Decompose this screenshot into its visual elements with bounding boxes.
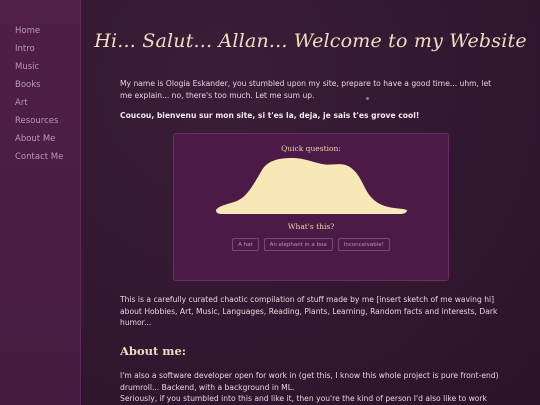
quiz-option-elephant-button[interactable]: An elephant in a boa — [263, 238, 333, 251]
hat-elephant-drawing-icon — [216, 158, 407, 214]
sidebar: Home Intro Music Books Art Resources Abo… — [0, 0, 81, 405]
sidebar-item-music[interactable]: Music — [0, 58, 80, 76]
sidebar-item-contact-me[interactable]: Contact Me — [0, 148, 80, 166]
about-text-2: Seriously, if you stumbled into this and… — [120, 394, 487, 403]
sidebar-item-home[interactable]: Home — [0, 22, 80, 40]
sidebar-item-resources[interactable]: Resources — [0, 112, 80, 130]
sidebar-item-books[interactable]: Books — [0, 76, 80, 94]
intro-text: My name is Ologia Eskander, you stumbled… — [120, 79, 492, 100]
intro-french-text: Coucou, bienvenu sur mon site, si t'es l… — [120, 111, 420, 120]
main-content: Hi... Salut... Allan... Welcome to my We… — [81, 0, 540, 405]
about-text-1: I'm also a software developer open for w… — [120, 371, 499, 392]
sidebar-item-about-me[interactable]: About Me — [0, 130, 80, 148]
quiz-card: Quick question: What's this? A hat An el… — [173, 133, 449, 281]
page-title: Hi... Salut... Allan... Welcome to my We… — [94, 30, 527, 52]
quiz-option-inconceivable-button[interactable]: Inconceivable! — [337, 238, 390, 251]
sidebar-item-intro[interactable]: Intro — [0, 40, 80, 58]
sidebar-item-art[interactable]: Art — [0, 94, 80, 112]
about-heading: About me: — [120, 344, 187, 358]
quiz-option-hat-button[interactable]: A hat — [232, 238, 259, 251]
quiz-options: A hat An elephant in a boa Inconceivable… — [174, 238, 448, 251]
sidebar-nav: Home Intro Music Books Art Resources Abo… — [0, 0, 80, 166]
description-text: This is a carefully curated chaotic comp… — [120, 295, 498, 327]
drawing-shape — [216, 158, 407, 214]
quiz-subquestion: What's this? — [287, 222, 335, 231]
